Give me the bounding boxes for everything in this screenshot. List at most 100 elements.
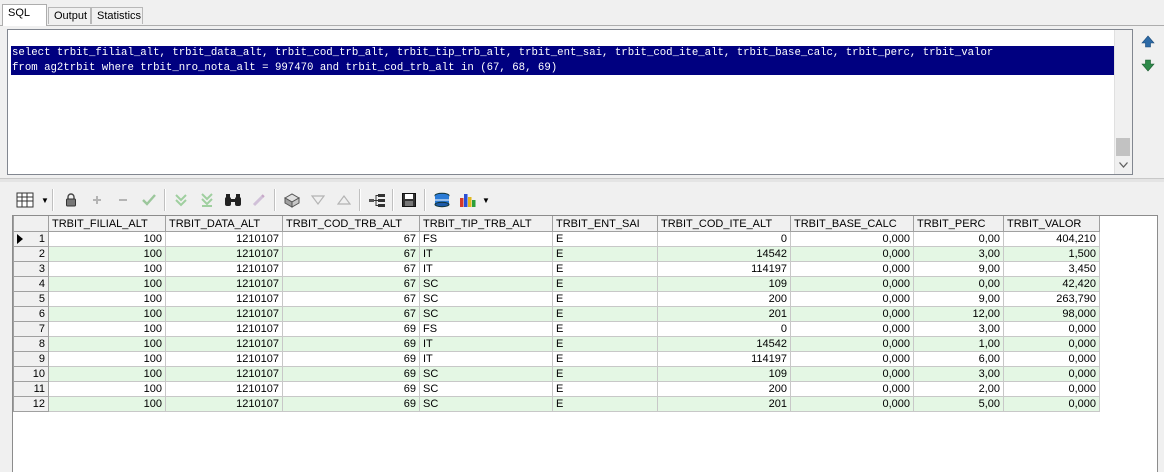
table-row[interactable]: 10 100 1210107 69 SC E 109 0,000 3,00 0,000 [13,366,1100,382]
table-cell[interactable]: IT [419,261,553,277]
table-cell[interactable]: FS [419,321,553,337]
sql-line-1[interactable]: select trbit_filial_alt, trbit_data_alt,… [11,46,1115,61]
table-cell[interactable]: 0,000 [790,351,914,367]
column-header[interactable]: TRBIT_TIP_TRB_ALT [419,216,553,232]
table-cell[interactable]: 0,000 [790,366,914,382]
table-cell[interactable]: 1210107 [165,291,283,307]
table-cell[interactable]: 200 [657,381,791,397]
delete-record-icon[interactable] [112,189,134,211]
sql-line-2[interactable]: from ag2trbit where trbit_nro_nota_alt =… [11,60,1115,75]
table-cell[interactable]: 67 [282,276,420,292]
table-row[interactable]: 7 100 1210107 69 FS E 0 0,000 3,00 0,000 [13,321,1100,337]
table-cell[interactable]: 0,000 [790,321,914,337]
tab-output[interactable]: Output [48,7,91,24]
table-cell[interactable]: 98,000 [1003,306,1100,322]
table-cell[interactable]: E [552,351,658,367]
table-cell[interactable]: 67 [282,246,420,262]
table-cell[interactable]: 3,00 [913,366,1004,382]
table-cell[interactable]: 201 [657,396,791,412]
scroll-thumb[interactable] [1116,138,1130,156]
table-cell[interactable]: 0,000 [790,336,914,352]
table-row[interactable]: 1 100 1210107 67 FS E 0 0,000 0,00 404,210 [13,231,1100,247]
table-cell[interactable]: 69 [282,336,420,352]
table-cell[interactable]: 1210107 [165,321,283,337]
table-cell[interactable]: 0,000 [1003,336,1100,352]
row-number[interactable]: 12 [13,396,49,412]
find-icon[interactable] [222,189,244,211]
table-cell[interactable]: 0,000 [1003,366,1100,382]
table-cell[interactable]: 0 [657,231,791,247]
post-changes-icon[interactable] [138,189,160,211]
table-cell[interactable]: 0,000 [790,261,914,277]
table-row[interactable]: 12 100 1210107 69 SC E 201 0,000 5,00 0,000 [13,396,1100,412]
table-cell[interactable]: 6,00 [913,351,1004,367]
splitter[interactable] [0,178,1164,182]
table-cell[interactable]: 0,000 [1003,321,1100,337]
table-cell[interactable]: 0,000 [790,291,914,307]
table-cell[interactable]: 100 [48,246,166,262]
clear-icon[interactable] [248,189,270,211]
table-cell[interactable]: IT [419,351,553,367]
chart-icon[interactable] [457,189,479,211]
table-cell[interactable]: E [552,261,658,277]
table-cell[interactable]: 0,00 [913,276,1004,292]
editor-scrollbar[interactable] [1114,30,1132,174]
insert-record-icon[interactable] [86,189,108,211]
filter-up-icon[interactable] [333,189,355,211]
table-cell[interactable]: E [552,246,658,262]
row-number[interactable]: 3 [13,261,49,277]
column-header[interactable]: TRBIT_PERC [913,216,1004,232]
table-cell[interactable]: IT [419,246,553,262]
table-cell[interactable]: 0,000 [1003,396,1100,412]
table-cell[interactable]: 100 [48,306,166,322]
table-cell[interactable]: E [552,231,658,247]
table-cell[interactable]: E [552,396,658,412]
previous-statement-icon[interactable] [1140,34,1156,50]
table-cell[interactable]: SC [419,396,553,412]
table-cell[interactable]: 69 [282,381,420,397]
table-cell[interactable]: 67 [282,261,420,277]
table-cell[interactable]: 12,00 [913,306,1004,322]
row-number[interactable]: 4 [13,276,49,292]
table-cell[interactable]: 1,00 [913,336,1004,352]
table-cell[interactable]: 0,000 [790,231,914,247]
row-number[interactable]: 5 [13,291,49,307]
table-cell[interactable]: 1210107 [165,351,283,367]
table-cell[interactable]: SC [419,291,553,307]
table-cell[interactable]: 1210107 [165,336,283,352]
export-icon[interactable] [281,189,303,211]
table-cell[interactable]: 0,00 [913,231,1004,247]
table-cell[interactable]: SC [419,276,553,292]
table-cell[interactable]: 9,00 [913,261,1004,277]
table-cell[interactable]: SC [419,381,553,397]
table-cell[interactable]: 3,450 [1003,261,1100,277]
tab-statistics[interactable]: Statistics [91,7,143,24]
column-header[interactable]: TRBIT_COD_TRB_ALT [282,216,420,232]
table-cell[interactable]: 263,790 [1003,291,1100,307]
table-cell[interactable]: 1210107 [165,306,283,322]
table-cell[interactable]: 200 [657,291,791,307]
table-cell[interactable]: 100 [48,336,166,352]
table-cell[interactable]: 2,00 [913,381,1004,397]
table-cell[interactable]: 9,00 [913,291,1004,307]
table-row[interactable]: 5 100 1210107 67 SC E 200 0,000 9,00 263,790 [13,291,1100,307]
table-cell[interactable]: E [552,276,658,292]
table-cell[interactable]: 69 [282,396,420,412]
table-cell[interactable]: 201 [657,306,791,322]
row-indicator-header[interactable] [13,216,49,232]
table-cell[interactable]: E [552,336,658,352]
table-cell[interactable]: 100 [48,276,166,292]
table-cell[interactable]: 0,000 [790,396,914,412]
table-cell[interactable]: 1210107 [165,246,283,262]
table-cell[interactable]: 5,00 [913,396,1004,412]
table-cell[interactable]: E [552,291,658,307]
table-cell[interactable]: SC [419,306,553,322]
row-number[interactable]: 11 [13,381,49,397]
table-cell[interactable]: E [552,321,658,337]
table-cell[interactable]: 0,000 [790,276,914,292]
chevron-down-icon[interactable]: ▼ [41,196,49,205]
table-cell[interactable]: 0,000 [1003,351,1100,367]
save-icon[interactable] [398,189,420,211]
table-cell[interactable]: 100 [48,321,166,337]
table-cell[interactable]: 0,000 [790,306,914,322]
